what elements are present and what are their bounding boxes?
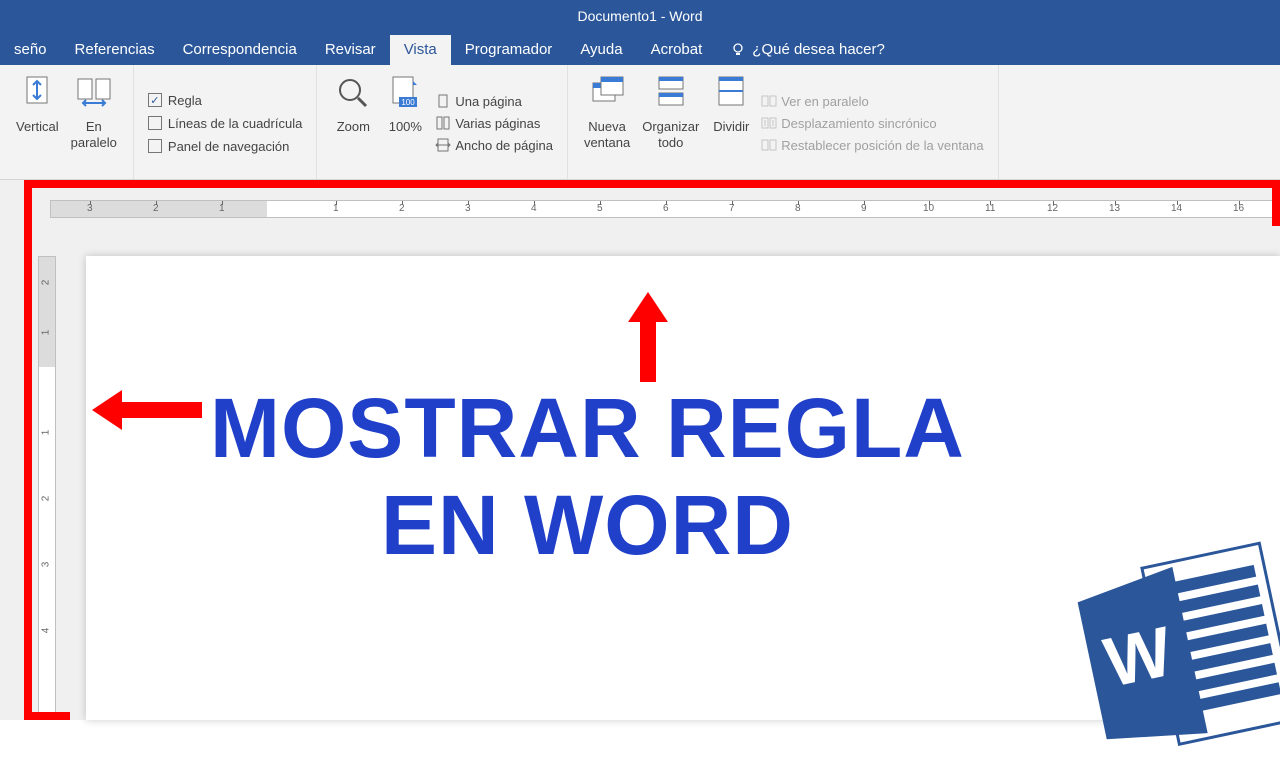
new-window-icon [587, 73, 627, 117]
split-label: Dividir [713, 119, 749, 135]
tab-correspondencia[interactable]: Correspondencia [169, 35, 311, 65]
group-zoom: Zoom 100 100% Una página Varias páginas … [317, 65, 568, 179]
vertical-label: Vertical [16, 119, 59, 135]
group-show: ✓ Regla Líneas de la cuadrícula Panel de… [134, 65, 317, 179]
group-window: Nueva ventana Organizar todo Dividir Ver… [568, 65, 999, 179]
title-line1: MOSTRAR REGLA [210, 380, 965, 477]
arrange-all-label: Organizar todo [642, 119, 699, 150]
multi-page-icon [435, 115, 451, 131]
checkbox-checked-icon: ✓ [148, 93, 162, 107]
sync-scroll-label: Desplazamiento sincrónico [781, 116, 936, 131]
document-area: 3 2 1 1 2 3 4 5 6 7 8 9 10 11 12 13 14 1… [0, 180, 1280, 720]
ribbon: Vertical En paralelo ✓ Regla Líneas de l… [0, 65, 1280, 180]
one-page-label: Una página [455, 94, 522, 109]
side-by-side-small-icon [761, 93, 777, 109]
view-side-by-side-button: Ver en paralelo [761, 93, 983, 109]
checkbox-icon [148, 116, 162, 130]
title-line2: EN WORD [210, 477, 965, 574]
sync-scroll-button: Desplazamiento sincrónico [761, 115, 983, 131]
arrow-up-icon [628, 292, 668, 382]
side-by-side-icon [74, 73, 114, 117]
view-side-label: Ver en paralelo [781, 94, 868, 109]
svg-text:100: 100 [402, 98, 416, 107]
new-window-button[interactable]: Nueva ventana [578, 71, 636, 175]
gridlines-label: Líneas de la cuadrícula [168, 116, 302, 131]
page-width-button[interactable]: Ancho de página [435, 137, 553, 153]
tab-referencias[interactable]: Referencias [61, 35, 169, 65]
title-bar: Documento1 - Word [0, 0, 1280, 32]
ruler-label: Regla [168, 93, 202, 108]
arrange-all-button[interactable]: Organizar todo [636, 71, 705, 175]
ribbon-tabs: seño Referencias Correspondencia Revisar… [0, 32, 1280, 65]
page-width-icon [435, 137, 451, 153]
multi-page-label: Varias páginas [455, 116, 540, 131]
split-button[interactable]: Dividir [705, 71, 757, 175]
zoom-button[interactable]: Zoom [327, 71, 379, 175]
lightbulb-icon [730, 42, 746, 58]
arrow-left-icon [92, 390, 202, 430]
tutorial-title: MOSTRAR REGLA EN WORD [210, 380, 965, 573]
page-100-icon: 100 [385, 73, 425, 117]
one-page-icon [435, 93, 451, 109]
tab-acrobat[interactable]: Acrobat [637, 35, 717, 65]
page-width-label: Ancho de página [455, 138, 553, 153]
tell-me-label: ¿Qué desea hacer? [752, 41, 885, 58]
reset-position-icon [761, 137, 777, 153]
paralelo-label: En paralelo [71, 119, 117, 150]
one-page-button[interactable]: Una página [435, 93, 553, 109]
tab-programador[interactable]: Programador [451, 35, 567, 65]
new-window-label: Nueva ventana [584, 119, 630, 150]
checkbox-icon [148, 139, 162, 153]
group-views: Vertical En paralelo [0, 65, 134, 179]
magnifier-icon [333, 73, 373, 117]
tab-ayuda[interactable]: Ayuda [566, 35, 636, 65]
tell-me-search[interactable]: ¿Qué desea hacer? [716, 35, 899, 65]
tab-vista[interactable]: Vista [390, 35, 451, 65]
navigation-label: Panel de navegación [168, 139, 289, 154]
tab-diseno[interactable]: seño [0, 35, 61, 65]
document-title: Documento1 - Word [577, 8, 702, 24]
gridlines-checkbox[interactable]: Líneas de la cuadrícula [148, 116, 302, 131]
split-icon [711, 73, 751, 117]
side-by-side-view-button[interactable]: En paralelo [65, 71, 123, 175]
reset-position-label: Restablecer posición de la ventana [781, 138, 983, 153]
sync-scroll-icon [761, 115, 777, 131]
tab-revisar[interactable]: Revisar [311, 35, 390, 65]
zoom-100-button[interactable]: 100 100% [379, 71, 431, 175]
word-logo-icon: W [1060, 520, 1280, 780]
reset-position-button: Restablecer posición de la ventana [761, 137, 983, 153]
multi-page-button[interactable]: Varias páginas [435, 115, 553, 131]
ruler-checkbox[interactable]: ✓ Regla [148, 93, 302, 108]
zoom-100-label: 100% [389, 119, 422, 135]
vertical-page-icon [17, 73, 57, 117]
vertical-view-button[interactable]: Vertical [10, 71, 65, 175]
zoom-label: Zoom [337, 119, 370, 135]
navigation-pane-checkbox[interactable]: Panel de navegación [148, 139, 302, 154]
arrange-all-icon [651, 73, 691, 117]
